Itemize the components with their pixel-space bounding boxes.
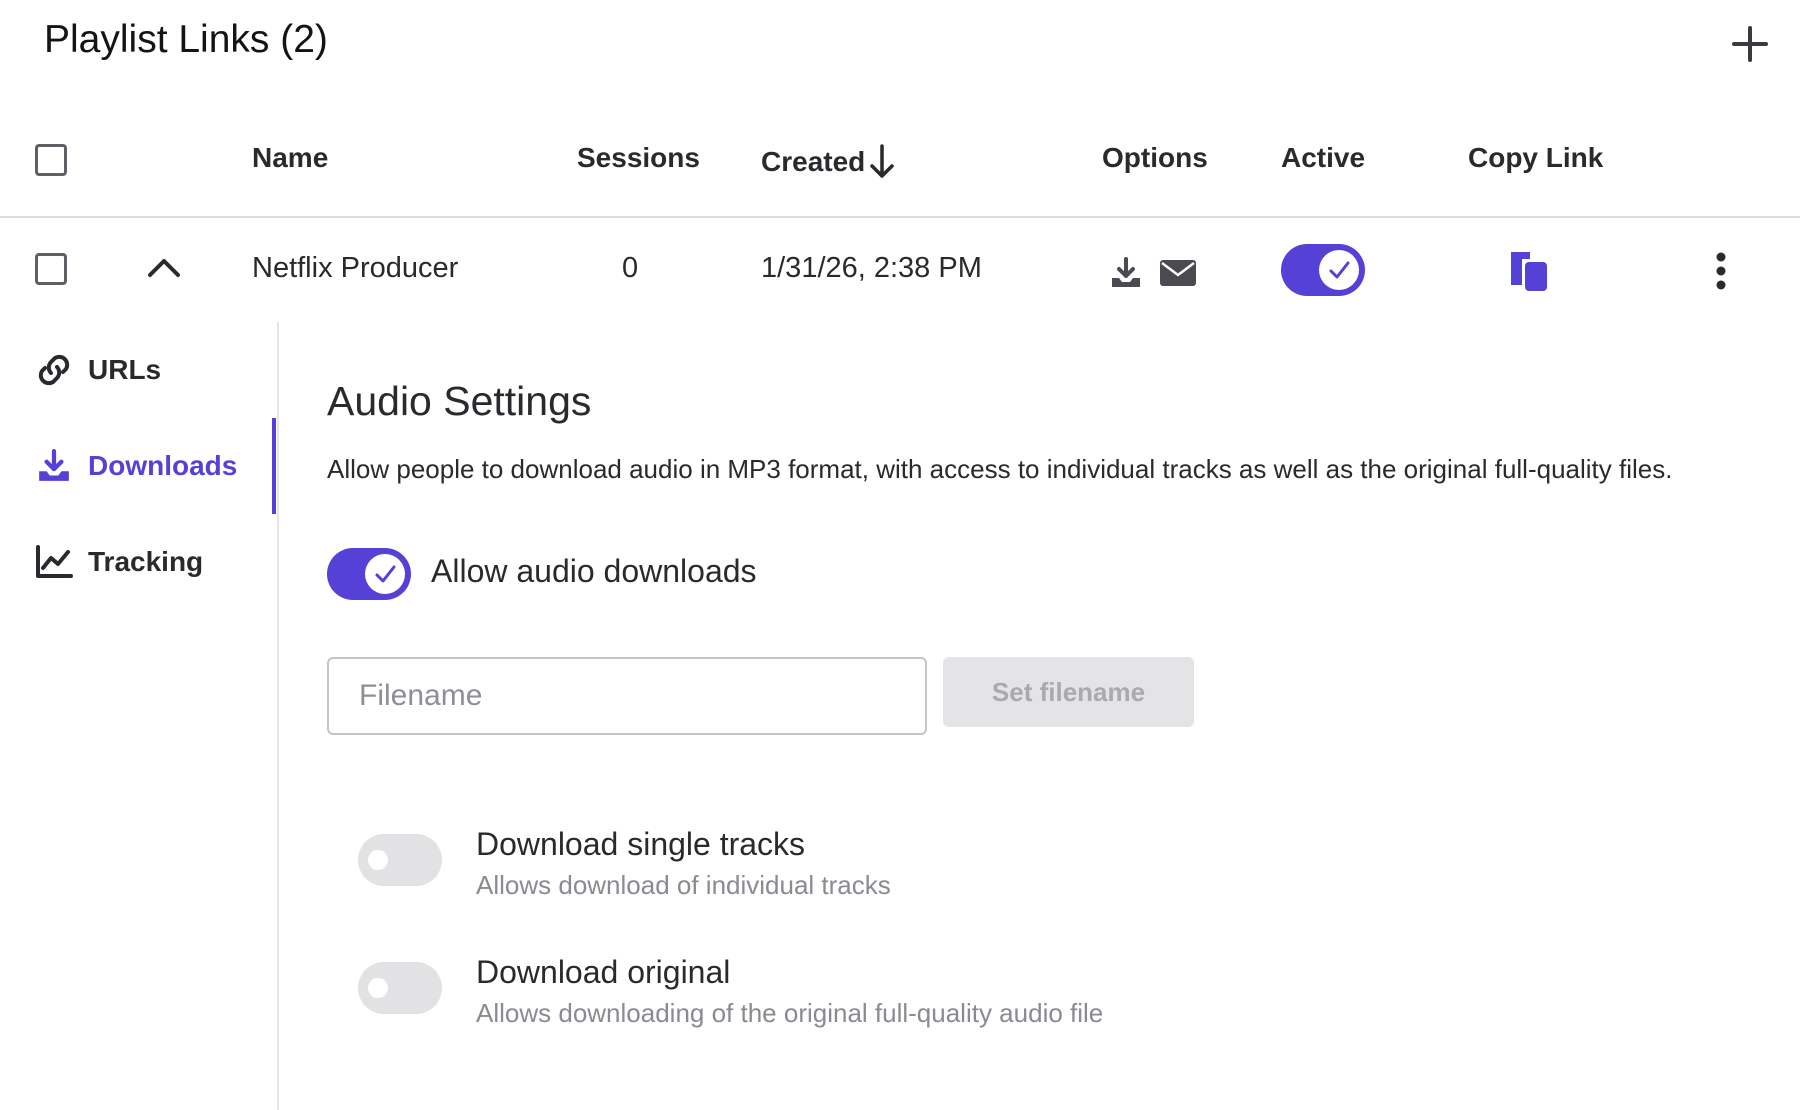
select-all-checkbox[interactable] xyxy=(35,144,67,176)
add-link-button[interactable] xyxy=(1728,22,1772,66)
row-email-option-button[interactable] xyxy=(1159,258,1197,288)
copy-icon xyxy=(1511,252,1547,291)
collapse-row-button[interactable] xyxy=(144,251,184,283)
row-active-toggle[interactable] xyxy=(1281,244,1365,296)
detail-nav-item-tracking[interactable]: Tracking xyxy=(34,542,203,582)
kebab-menu-icon xyxy=(1716,252,1726,290)
detail-nav-item-urls[interactable]: URLs xyxy=(34,350,161,390)
section-description: Allow people to download audio in MP3 fo… xyxy=(327,454,1673,484)
download-original-title: Download original xyxy=(476,954,731,990)
allow-audio-downloads-label: Allow audio downloads xyxy=(431,553,757,589)
download-icon xyxy=(39,449,69,481)
download-single-tracks-toggle[interactable] xyxy=(358,834,442,886)
row-name[interactable]: Netflix Producer xyxy=(252,252,458,285)
chevron-up-icon xyxy=(148,259,180,277)
column-header-created[interactable]: Created xyxy=(761,142,897,182)
filename-input[interactable] xyxy=(327,657,927,735)
page-title: Playlist Links (2) xyxy=(44,18,328,61)
plus-icon xyxy=(1732,26,1768,62)
table-header-divider xyxy=(0,216,1800,218)
download-original-description: Allows downloading of the original full-… xyxy=(476,998,1104,1028)
detail-nav-label-tracking: Tracking xyxy=(88,546,204,577)
link-icon xyxy=(38,354,70,386)
section-title: Audio Settings xyxy=(327,378,592,424)
toggle-knob xyxy=(368,850,388,870)
envelope-icon xyxy=(1160,260,1196,286)
detail-nav-item-downloads[interactable]: Downloads xyxy=(34,446,237,486)
detail-nav-divider xyxy=(277,322,279,1110)
download-icon xyxy=(1112,257,1140,287)
download-single-tracks-title: Download single tracks xyxy=(476,826,806,862)
download-single-tracks-description: Allows download of individual tracks xyxy=(476,870,891,900)
check-icon xyxy=(1329,261,1350,279)
column-header-name[interactable]: Name xyxy=(252,142,328,174)
set-filename-button[interactable]: Set filename xyxy=(943,657,1194,727)
check-icon xyxy=(375,565,396,583)
row-created: 1/31/26, 2:38 PM xyxy=(761,252,982,284)
chart-line-icon xyxy=(36,545,73,578)
detail-nav-active-indicator xyxy=(272,418,276,514)
column-header-active[interactable]: Active xyxy=(1281,142,1365,174)
column-header-created-label: Created xyxy=(761,146,866,177)
copy-link-button[interactable] xyxy=(1508,249,1550,293)
toggle-knob xyxy=(368,978,388,998)
column-header-sessions[interactable]: Sessions xyxy=(577,142,700,174)
detail-nav-label-urls: URLs xyxy=(88,354,162,385)
column-header-copy-link: Copy Link xyxy=(1468,142,1604,173)
toggle-knob xyxy=(365,554,405,594)
column-header-options: Options xyxy=(1102,142,1208,173)
row-more-menu-button[interactable] xyxy=(1708,249,1734,293)
arrow-down-icon xyxy=(870,144,895,178)
detail-nav-label-downloads: Downloads xyxy=(88,450,238,481)
row-sessions: 0 xyxy=(622,252,639,284)
allow-audio-downloads-toggle[interactable] xyxy=(327,548,411,600)
toggle-knob xyxy=(1319,250,1359,290)
row-select-checkbox[interactable] xyxy=(35,253,67,285)
row-download-option-button[interactable] xyxy=(1109,256,1143,290)
download-original-toggle[interactable] xyxy=(358,962,442,1014)
